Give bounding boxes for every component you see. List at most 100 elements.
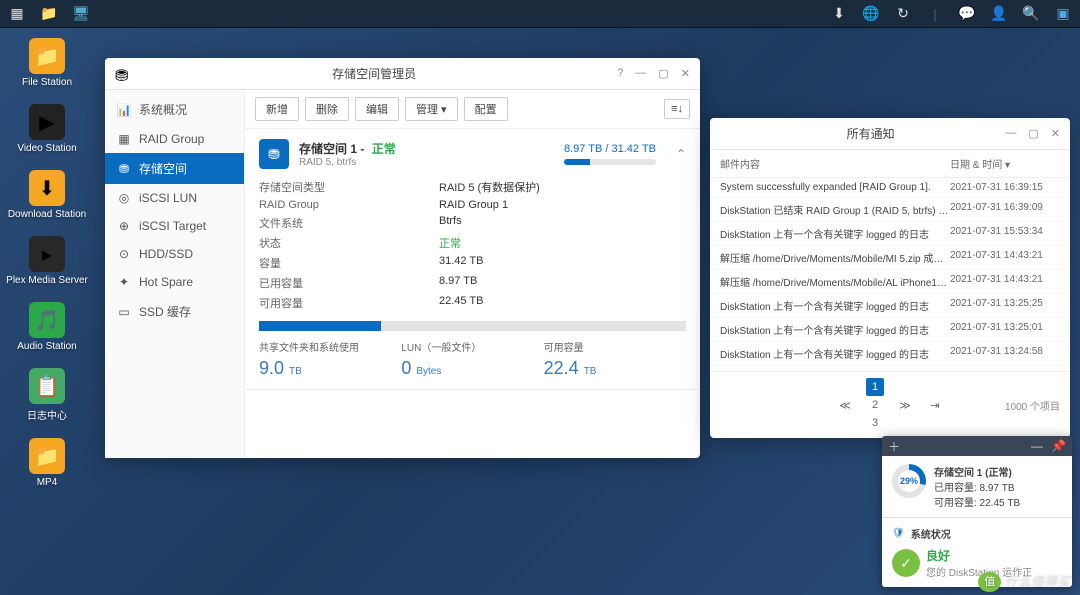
create-button[interactable]: 新增: [255, 97, 299, 121]
stat-label: LUN（一般文件）: [401, 339, 543, 354]
stat-value: 0 Bytes: [401, 358, 543, 379]
notif-msg: DiskStation 上有一个含有关键字 logged 的日志: [720, 298, 950, 313]
desktop-icon-download-station[interactable]: ⬇ Download Station: [12, 170, 82, 220]
icon-label: Video Station: [17, 143, 76, 154]
notification-row[interactable]: DiskStation 上有一个含有关键字 logged 的日志 2021-07…: [710, 318, 1070, 342]
volume-status: 正常: [372, 142, 396, 156]
progress-bar: [564, 159, 656, 165]
notif-msg: 解压缩 /home/Drive/Moments/Mobile/AL iPhone…: [720, 274, 950, 289]
notification-row[interactable]: DiskStation 上有一个含有关键字 logged 的日志 2021-07…: [710, 294, 1070, 318]
col-date[interactable]: 日期 & 时间 ▾: [950, 156, 1060, 171]
sidebar-item-SSD 缓存[interactable]: ▭ SSD 缓存: [105, 296, 244, 327]
chevron-up-icon[interactable]: ⌃: [676, 147, 686, 161]
icon-image: 🎵: [29, 302, 65, 338]
kv-value: 正常: [439, 235, 461, 251]
refresh-icon[interactable]: ↻: [894, 5, 912, 23]
apps-icon[interactable]: ▦: [8, 5, 26, 23]
sidebar-item-Hot Spare[interactable]: ✦ Hot Spare: [105, 268, 244, 296]
sort-icon[interactable]: ≡↓: [664, 99, 690, 119]
desktop-icon-video-station[interactable]: ▶ Video Station: [12, 104, 82, 154]
close-icon[interactable]: ✕: [1051, 127, 1060, 140]
sidebar-icon: ✦: [117, 275, 131, 289]
globe-icon[interactable]: 🌐: [862, 5, 880, 23]
window-title: 所有通知: [847, 125, 895, 142]
user-icon[interactable]: 👤: [990, 5, 1008, 23]
minimize-icon[interactable]: —: [1005, 127, 1016, 140]
stat-label: 共享文件夹和系统使用: [259, 339, 401, 354]
sidebar-item-iSCSI Target[interactable]: ⊕ iSCSI Target: [105, 212, 244, 240]
delete-button[interactable]: 删除: [305, 97, 349, 121]
notification-row[interactable]: 解压缩 /home/Drive/Moments/Mobile/MI 5.zip …: [710, 246, 1070, 270]
manage-button[interactable]: 管理 ▾: [405, 97, 458, 121]
kv-value: RAID Group 1: [439, 199, 508, 211]
sidebar-item-iSCSI LUN[interactable]: ◎ iSCSI LUN: [105, 184, 244, 212]
notif-msg: DiskStation 上有一个含有关键字 logged 的日志: [720, 346, 950, 361]
desktop-icon-日志中心[interactable]: 📋 日志中心: [12, 368, 82, 422]
window-controls: ? — ▢ ✕: [617, 67, 690, 80]
folder-icon[interactable]: 📁: [40, 5, 58, 23]
config-button[interactable]: 配置: [464, 97, 508, 121]
pin-icon[interactable]: 📌: [1051, 439, 1066, 453]
notification-row[interactable]: 解压缩 /home/Drive/Moments/Mobile/AL iPhone…: [710, 270, 1070, 294]
icon-image: ⬇: [29, 170, 65, 206]
window-title: 存储空间管理员: [332, 65, 416, 82]
desktop-icon-mp4[interactable]: 📁 MP4: [12, 438, 82, 488]
col-content[interactable]: 邮件内容: [720, 156, 950, 171]
kv-key: RAID Group: [259, 199, 439, 211]
widget-avail: 可用容量: 22.45 TB: [934, 494, 1062, 509]
stat: 可用容量 22.4 TB: [544, 339, 686, 379]
sidebar-icon: ⊕: [117, 219, 131, 233]
widget-header[interactable]: ＋ — 📌: [882, 436, 1072, 456]
help-icon[interactable]: ?: [617, 67, 623, 80]
check-icon: ✓: [892, 549, 920, 577]
kv-key: 容量: [259, 255, 439, 271]
sidebar-item-存储空间[interactable]: ⛃ 存储空间: [105, 153, 244, 184]
kv-key: 状态: [259, 235, 439, 251]
notif-msg: 解压缩 /home/Drive/Moments/Mobile/MI 5.zip …: [720, 250, 950, 265]
maximize-icon[interactable]: ▢: [1028, 127, 1038, 140]
pager-next-icon[interactable]: ≫: [896, 396, 914, 414]
icon-label: MP4: [37, 477, 58, 488]
minimize-icon[interactable]: —: [1031, 439, 1043, 453]
sidebar-icon: 📊: [117, 103, 131, 117]
close-icon[interactable]: ✕: [681, 67, 690, 80]
sidebar-item-HDD/SSD[interactable]: ⊙ HDD/SSD: [105, 240, 244, 268]
desktop-icon-plex-media-server[interactable]: ▸ Plex Media Server: [12, 236, 82, 286]
pager-last-icon[interactable]: ⇥: [926, 396, 944, 414]
kv-value: 8.97 TB: [439, 275, 477, 291]
kv-key: 存储空间类型: [259, 179, 439, 195]
health-widget[interactable]: 🛡 系统状况 ✓ 良好 您的 DiskStation 运作正: [882, 518, 1072, 587]
desktop-icon-audio-station[interactable]: 🎵 Audio Station: [12, 302, 82, 352]
desktop-icon-file-station[interactable]: 📁 File Station: [12, 38, 82, 88]
taskbar-right: ⬇ 🌐 ↻ | 💬 👤 🔍 ▣: [830, 5, 1072, 23]
storage-widget[interactable]: 29% 存储空间 1 (正常) 已用容量: 8.97 TB 可用容量: 22.4…: [882, 456, 1072, 518]
sidebar-item-RAID Group[interactable]: ▦ RAID Group: [105, 125, 244, 153]
edit-button[interactable]: 编辑: [355, 97, 399, 121]
monitor-icon[interactable]: 🖥: [72, 5, 90, 23]
page-2[interactable]: 2: [866, 396, 884, 414]
kv-key: 可用容量: [259, 295, 439, 311]
chat-icon[interactable]: 💬: [958, 5, 976, 23]
sidebar-icon: ⛃: [117, 162, 131, 176]
divider: |: [926, 5, 944, 23]
notif-ts: 2021-07-31 13:24:58: [950, 346, 1060, 361]
page-3[interactable]: 3: [866, 414, 884, 432]
minimize-icon[interactable]: —: [635, 67, 646, 80]
maximize-icon[interactable]: ▢: [658, 67, 668, 80]
sidebar-item-系统概况[interactable]: 📊 系统概况: [105, 94, 244, 125]
notification-row[interactable]: DiskStation 上有一个含有关键字 logged 的日志 2021-07…: [710, 342, 1070, 366]
pager-total: 1000 个项目: [1005, 398, 1060, 413]
add-icon[interactable]: ＋: [888, 438, 900, 455]
sidebar-label: RAID Group: [139, 132, 204, 146]
notification-row[interactable]: DiskStation 已结束 RAID Group 1 (RAID 5, bt…: [710, 198, 1070, 222]
widgets-icon[interactable]: ▣: [1054, 5, 1072, 23]
pager-first-icon[interactable]: ≪: [836, 396, 854, 414]
notification-row[interactable]: System successfully expanded [RAID Group…: [710, 178, 1070, 198]
window-header[interactable]: ⛃ 存储空间管理员 ? — ▢ ✕: [105, 58, 700, 90]
window-header[interactable]: 所有通知 — ▢ ✕: [710, 118, 1070, 150]
search-icon[interactable]: 🔍: [1022, 5, 1040, 23]
kv-value: Btrfs: [439, 215, 462, 231]
notification-row[interactable]: DiskStation 上有一个含有关键字 logged 的日志 2021-07…: [710, 222, 1070, 246]
page-1[interactable]: 1: [866, 378, 884, 396]
download-icon[interactable]: ⬇: [830, 5, 848, 23]
